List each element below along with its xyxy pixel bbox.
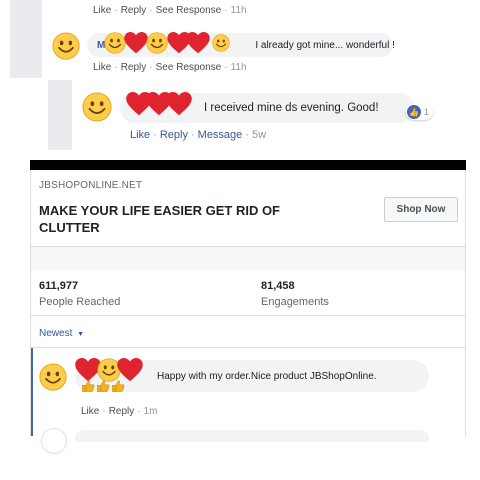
like-link[interactable]: Like [81,406,99,417]
shop-now-button[interactable]: Shop Now [384,197,458,222]
comment-time: 11h [230,5,247,16]
redaction-emoji-row [126,92,192,116]
comment-fragment-2-content: I received mine ds evening. Good! 👍 1 Li… [72,80,466,150]
ad-headline[interactable]: MAKE YOUR LIFE EASIER GET RID OF CLUTTER [39,202,329,236]
redaction-emoji-row [104,32,230,54]
comment-actions: Like · Reply · See Response · 11h [93,62,247,73]
reaction-count: 1 [424,107,430,117]
see-response-link[interactable]: See Response [156,62,222,73]
divider [31,315,465,316]
comment-fragment-1-content: Like · Reply · See Response · 11h M I already … [42,0,402,78]
engagements-stat: 81,458 Engagements [261,280,329,308]
heart-icon [124,32,148,54]
comment-text: I already got mine... wonderful ! [255,39,395,51]
reaction-count-badge[interactable]: 👍 1 [406,104,434,120]
commenter-avatar-smiley-icon[interactable] [39,363,67,391]
reply-link[interactable]: Reply [121,62,147,73]
message-link[interactable]: Message [198,129,243,141]
like-link[interactable]: Like [93,5,111,16]
people-reached-label: People Reached [39,296,121,308]
next-commenter-avatar [41,428,67,454]
thumbs-up-emoji-row [81,379,125,393]
sort-label: Newest [39,328,73,339]
reply-link[interactable]: Reply [121,5,147,16]
comment-actions-top: Like · Reply · See Response · 11h [93,5,247,16]
reactions-band [31,247,465,271]
comment-highlight-rail [31,348,33,436]
people-reached-value: 611,977 [39,280,79,292]
sort-dropdown[interactable]: Newest ▼ [39,328,84,339]
thumbs-up-icon: 👍 [407,105,421,119]
divider [31,347,465,348]
thumbs-up-icon [111,379,125,393]
comment-time: 1m [143,406,158,417]
comment-text: Happy with my order.Nice product JBShopO… [157,370,377,382]
engagements-label: Engagements [261,296,329,308]
caret-down-icon: ▼ [77,331,85,338]
like-link[interactable]: Like [93,62,111,73]
like-link[interactable]: Like [130,129,150,141]
comment-fragment-2: I received mine ds evening. Good! 👍 1 Li… [48,80,466,150]
heart-icon [186,32,210,54]
commenter-avatar-smiley-icon[interactable] [82,92,112,122]
engagements-value: 81,458 [261,280,295,292]
reply-link[interactable]: Reply [160,129,188,141]
comment-actions: Like · Reply · 1m [81,406,158,417]
next-comment-bubble [75,430,429,442]
people-reached-stat: 611,977 People Reached [39,280,120,308]
comment-text: I received mine ds evening. Good! [204,102,379,114]
thumbs-up-icon [81,379,95,393]
link-domain: JBSHOPONLINE.NET [39,180,143,191]
comment-actions: Like · Reply · Message · 5w [130,129,267,141]
ad-post-card: JBSHOPONLINE.NET MAKE YOUR LIFE EASIER G… [30,170,466,454]
smiley-face-icon [104,32,126,54]
smiley-face-icon [146,32,168,54]
commenter-avatar-smiley-icon[interactable] [52,32,80,60]
comment-fragment-1: Like · Reply · See Response · 11h M I already … [10,0,402,78]
see-response-link[interactable]: See Response [156,5,222,16]
smiley-face-icon [212,34,230,52]
comment-time: 11h [230,62,247,73]
heart-icon [166,92,192,116]
reply-link[interactable]: Reply [109,406,135,417]
thumbs-up-icon [96,379,110,393]
comment-time: 5w [251,129,267,141]
post-top-bar [30,160,466,170]
